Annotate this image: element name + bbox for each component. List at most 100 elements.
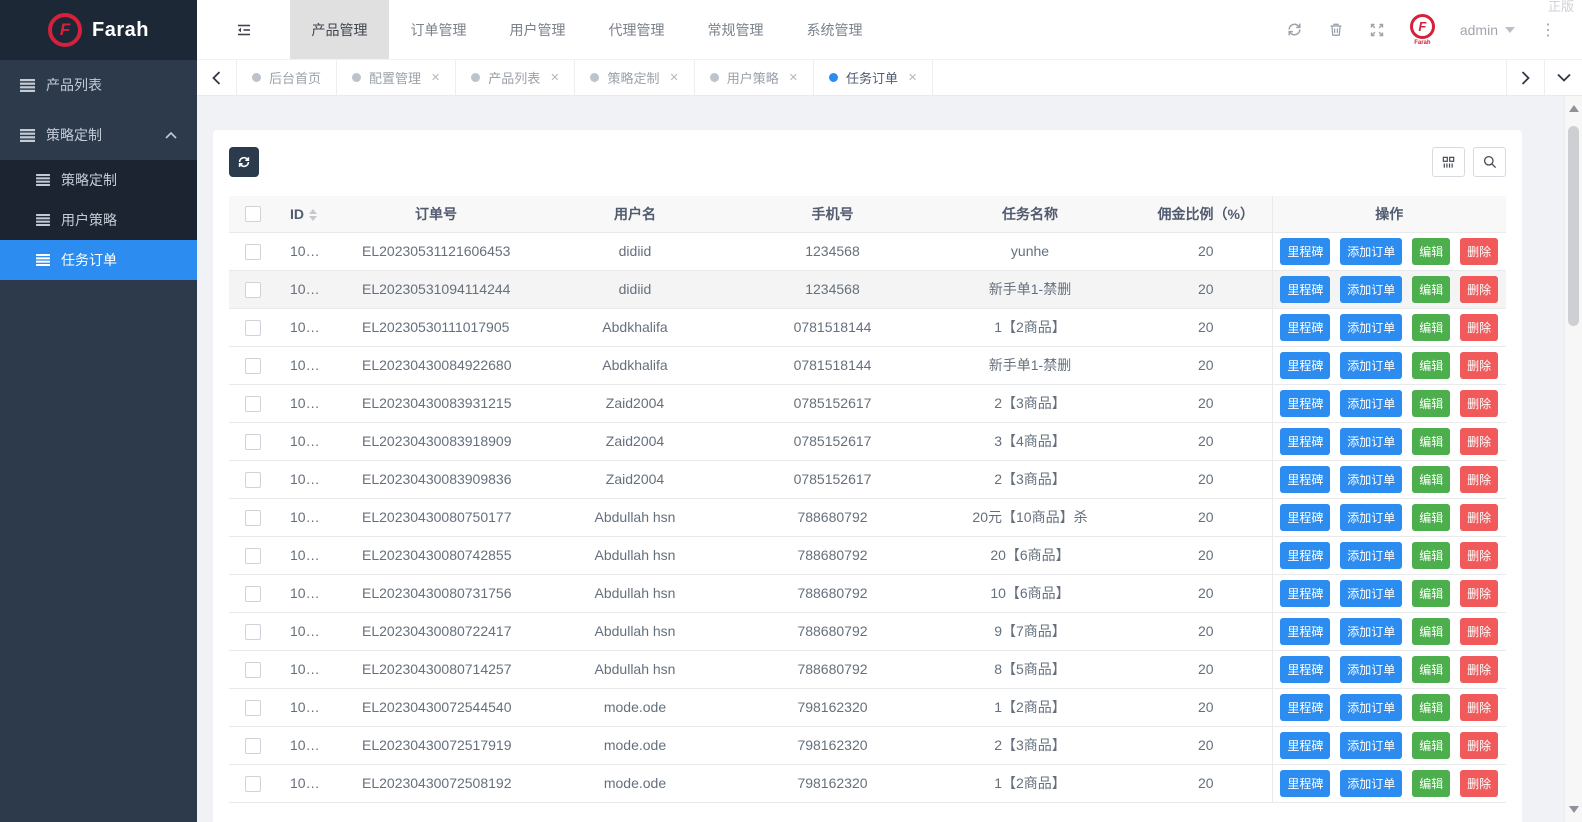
milestone-button[interactable]: 里程碑 [1280, 465, 1331, 493]
add-order-button[interactable]: 添加订单 [1340, 541, 1403, 569]
add-order-button[interactable]: 添加订单 [1340, 579, 1403, 607]
delete-button[interactable]: 删除 [1460, 731, 1499, 759]
edit-button[interactable]: 编辑 [1412, 389, 1451, 417]
sidebar-subitem[interactable]: 用户策略 [0, 200, 197, 240]
milestone-button[interactable]: 里程碑 [1280, 579, 1331, 607]
delete-button[interactable]: 删除 [1460, 275, 1499, 303]
tab-item[interactable]: 策略定制 ✕ [575, 60, 695, 95]
topnav-item[interactable]: 系统管理 [785, 0, 884, 59]
sidebar-subitem[interactable]: 任务订单 [0, 240, 197, 280]
user-dropdown[interactable]: admin [1460, 22, 1515, 38]
tabs-scroll-right-button[interactable] [1506, 60, 1544, 95]
tab-item[interactable]: 产品列表 ✕ [456, 60, 576, 95]
tabs-menu-button[interactable] [1544, 60, 1582, 95]
row-checkbox[interactable] [245, 699, 261, 716]
milestone-button[interactable]: 里程碑 [1280, 503, 1331, 531]
milestone-button[interactable]: 里程碑 [1280, 389, 1331, 417]
milestone-button[interactable]: 里程碑 [1280, 237, 1331, 265]
delete-button[interactable]: 删除 [1460, 427, 1499, 455]
edit-button[interactable]: 编辑 [1412, 503, 1451, 531]
add-order-button[interactable]: 添加订单 [1340, 769, 1403, 797]
edit-button[interactable]: 编辑 [1412, 617, 1451, 645]
row-checkbox[interactable] [245, 623, 261, 640]
milestone-button[interactable]: 里程碑 [1280, 617, 1331, 645]
delete-button[interactable]: 删除 [1460, 655, 1499, 683]
tab-close-icon[interactable]: ✕ [670, 71, 679, 84]
add-order-button[interactable]: 添加订单 [1340, 313, 1403, 341]
delete-button[interactable]: 删除 [1460, 351, 1499, 379]
delete-button[interactable]: 删除 [1460, 541, 1499, 569]
milestone-button[interactable]: 里程碑 [1280, 693, 1331, 721]
edit-button[interactable]: 编辑 [1412, 541, 1451, 569]
edit-button[interactable]: 编辑 [1412, 655, 1451, 683]
milestone-button[interactable]: 里程碑 [1280, 731, 1331, 759]
tab-close-icon[interactable]: ✕ [431, 71, 440, 84]
add-order-button[interactable]: 添加订单 [1340, 731, 1403, 759]
add-order-button[interactable]: 添加订单 [1340, 465, 1403, 493]
add-order-button[interactable]: 添加订单 [1340, 427, 1403, 455]
milestone-button[interactable]: 里程碑 [1280, 541, 1331, 569]
milestone-button[interactable]: 里程碑 [1280, 275, 1331, 303]
tab-item[interactable]: 配置管理 ✕ [337, 60, 457, 95]
fullscreen-icon[interactable] [1369, 22, 1385, 38]
delete-button[interactable]: 删除 [1460, 313, 1499, 341]
more-options-icon[interactable]: ⋮ [1540, 20, 1556, 40]
sort-icon[interactable] [309, 209, 317, 222]
page-scrollbar[interactable] [1564, 96, 1582, 822]
edit-button[interactable]: 编辑 [1412, 237, 1451, 265]
topnav-item[interactable]: 用户管理 [488, 0, 587, 59]
delete-button[interactable]: 删除 [1460, 389, 1499, 417]
topnav-item[interactable]: 常规管理 [686, 0, 785, 59]
milestone-button[interactable]: 里程碑 [1280, 351, 1331, 379]
tab-close-icon[interactable]: ✕ [908, 71, 917, 84]
edit-button[interactable]: 编辑 [1412, 693, 1451, 721]
add-order-button[interactable]: 添加订单 [1340, 655, 1403, 683]
tabs-scroll-left-button[interactable] [197, 60, 237, 95]
row-checkbox[interactable] [245, 547, 261, 564]
scrollbar-up-arrow[interactable] [1568, 105, 1579, 112]
row-checkbox[interactable] [245, 319, 261, 336]
edit-button[interactable]: 编辑 [1412, 579, 1451, 607]
row-checkbox[interactable] [245, 243, 261, 260]
edit-button[interactable]: 编辑 [1412, 313, 1451, 341]
delete-button[interactable]: 删除 [1460, 237, 1499, 265]
row-checkbox[interactable] [245, 509, 261, 526]
row-checkbox[interactable] [245, 357, 261, 374]
milestone-button[interactable]: 里程碑 [1280, 427, 1331, 455]
topnav-item[interactable]: 产品管理 [290, 0, 389, 59]
delete-button[interactable]: 删除 [1460, 465, 1499, 493]
sidebar-item-strategy-group[interactable]: 策略定制 [0, 110, 197, 160]
add-order-button[interactable]: 添加订单 [1340, 275, 1403, 303]
milestone-button[interactable]: 里程碑 [1280, 313, 1331, 341]
edit-button[interactable]: 编辑 [1412, 731, 1451, 759]
add-order-button[interactable]: 添加订单 [1340, 503, 1403, 531]
trash-icon[interactable] [1328, 21, 1344, 38]
row-checkbox[interactable] [245, 281, 261, 298]
tab-item[interactable]: 用户策略 ✕ [695, 60, 814, 95]
edit-button[interactable]: 编辑 [1412, 465, 1451, 493]
row-checkbox[interactable] [245, 585, 261, 602]
add-order-button[interactable]: 添加订单 [1340, 237, 1403, 265]
tab-item[interactable]: 后台首页 ✕ [237, 60, 338, 95]
edit-button[interactable]: 编辑 [1412, 351, 1451, 379]
tab-item[interactable]: 任务订单 ✕ [814, 60, 934, 95]
add-order-button[interactable]: 添加订单 [1340, 693, 1403, 721]
edit-button[interactable]: 编辑 [1412, 769, 1451, 797]
row-checkbox[interactable] [245, 737, 261, 754]
search-button[interactable] [1473, 147, 1506, 177]
row-checkbox[interactable] [245, 471, 261, 488]
row-checkbox[interactable] [245, 775, 261, 792]
delete-button[interactable]: 删除 [1460, 693, 1499, 721]
delete-button[interactable]: 删除 [1460, 503, 1499, 531]
row-checkbox[interactable] [245, 395, 261, 412]
milestone-button[interactable]: 里程碑 [1280, 769, 1331, 797]
scrollbar-thumb[interactable] [1568, 126, 1579, 326]
milestone-button[interactable]: 里程碑 [1280, 655, 1331, 683]
delete-button[interactable]: 删除 [1460, 617, 1499, 645]
add-order-button[interactable]: 添加订单 [1340, 351, 1403, 379]
topnav-item[interactable]: 代理管理 [587, 0, 686, 59]
tab-close-icon[interactable]: ✕ [789, 71, 798, 84]
user-avatar[interactable]: F Farah [1409, 13, 1435, 46]
columns-toggle-button[interactable] [1432, 147, 1465, 177]
row-checkbox[interactable] [245, 661, 261, 678]
